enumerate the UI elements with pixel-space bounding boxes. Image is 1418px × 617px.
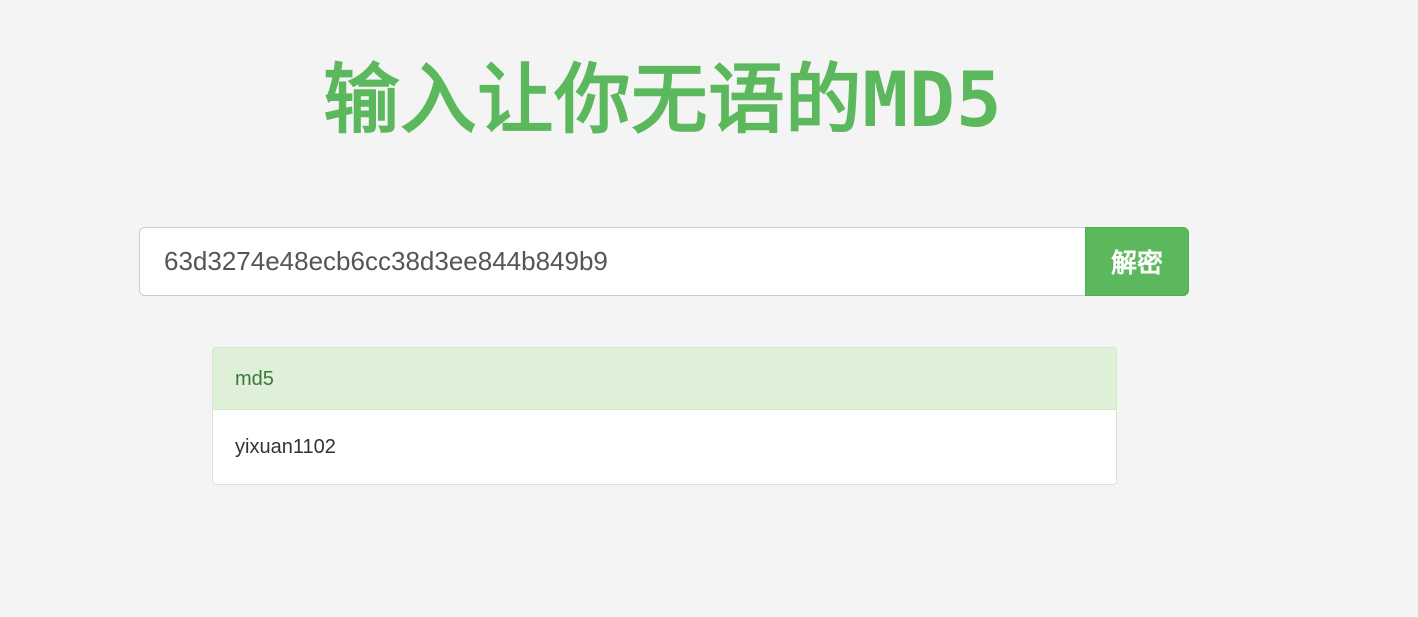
md5-input[interactable] xyxy=(139,227,1085,296)
result-panel-header: md5 xyxy=(213,348,1116,410)
search-group: 解密 xyxy=(139,227,1189,296)
page-title: 输入让你无语的MD5 xyxy=(323,55,1003,144)
page: 输入让你无语的MD5 解密 md5 yixuan1102 xyxy=(0,0,1418,617)
result-value: yixuan1102 xyxy=(235,436,336,458)
result-panel: md5 yixuan1102 xyxy=(212,347,1117,485)
decrypt-button[interactable]: 解密 xyxy=(1085,227,1189,296)
